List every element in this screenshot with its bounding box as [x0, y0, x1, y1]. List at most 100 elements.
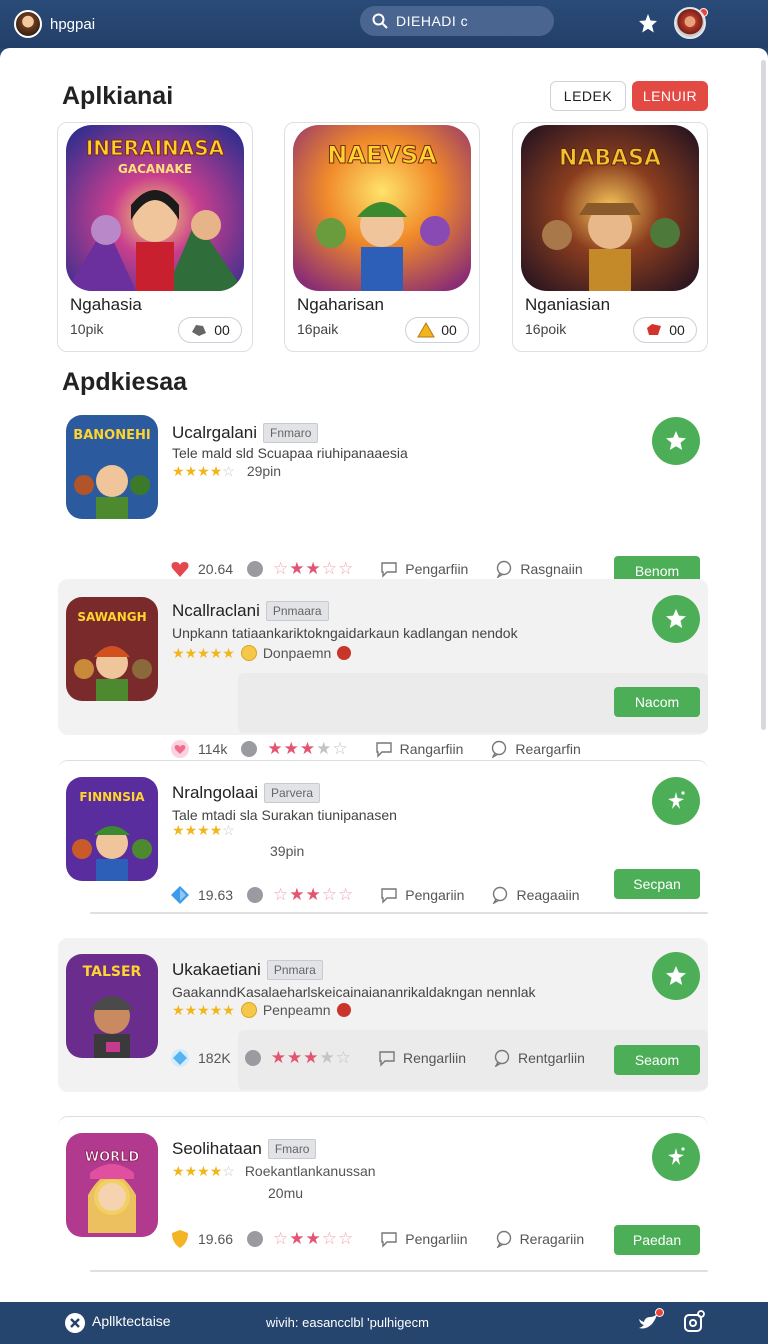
- list-item[interactable]: SAWANGH Ncallraclani Pnmaara Unpkann tati…: [58, 579, 708, 758]
- footer-text: wivih: easancclbl 'pulhigecm: [266, 1315, 429, 1330]
- favorite-button[interactable]: [652, 417, 700, 465]
- notification-dot: [655, 1308, 664, 1317]
- link-one[interactable]: Rangarfiin: [374, 740, 463, 758]
- star-icon: [666, 431, 686, 450]
- link-two[interactable]: Reargarfin: [489, 740, 581, 758]
- svg-text:NABASA: NABASA: [559, 146, 661, 171]
- search-icon: [372, 13, 388, 29]
- game-count: 16paik: [297, 321, 339, 337]
- link-one[interactable]: Pengarliin: [379, 1230, 468, 1248]
- comment-icon: [375, 742, 392, 758]
- app-stat: 182K: [198, 1050, 231, 1066]
- link-one[interactable]: Pengariin: [379, 886, 464, 904]
- comment-icon: [381, 888, 397, 904]
- star-icon: [666, 609, 686, 628]
- status-dot: [247, 887, 264, 903]
- bird-button[interactable]: [636, 1308, 664, 1336]
- rating-stars: ★ ★ ★ ★ ☆: [172, 463, 235, 479]
- app-thumbnail: FINNNSIA: [66, 777, 158, 881]
- rating-stars: ★ ★ ★ ★ ☆: [172, 822, 235, 838]
- brand-name: hpgpai: [50, 15, 96, 33]
- sparkle-icon: [668, 791, 685, 809]
- action-button[interactable]: Nacom: [614, 687, 700, 717]
- diamond-badge-icon: [171, 886, 189, 904]
- app-sub: 20mu: [268, 1185, 304, 1201]
- puzzle-button[interactable]: [634, 10, 662, 38]
- game-count: 16poik: [525, 321, 567, 337]
- rating-stars: ★ ★ ★ ★ ★: [172, 645, 235, 661]
- link-two[interactable]: Rentgarliin: [492, 1049, 585, 1067]
- rock-icon: [192, 325, 207, 336]
- app-tag: Parvera: [264, 783, 321, 803]
- list-item[interactable]: FINNNSIA Nralngolaai Parvera Tale mtadi s…: [58, 760, 708, 914]
- app-stat: 19.66: [198, 1231, 234, 1247]
- chat-icon: [492, 740, 507, 758]
- app-tag: Pnmaara: [265, 601, 329, 621]
- game-count: 10pik: [70, 321, 104, 337]
- featured-card[interactable]: NAEVSA Ngaharisan 16paik 00: [284, 122, 480, 352]
- comment-icon: [381, 1232, 397, 1248]
- close-circle-icon[interactable]: [64, 1312, 86, 1334]
- row-divider: [90, 1270, 708, 1272]
- game-pill-button[interactable]: 00: [405, 317, 469, 343]
- favorite-button[interactable]: [652, 1133, 700, 1181]
- app-description: GaakanndKasalaeharlskeicainaiananrikalda…: [172, 984, 536, 1000]
- app-tag: Fmaro: [267, 1139, 317, 1159]
- rating-stars: ★ ★ ★ ★ ★: [172, 1002, 235, 1018]
- brand[interactable]: hpgpai: [14, 10, 95, 38]
- link-two[interactable]: Reragariin: [494, 1230, 584, 1248]
- game-pill-button[interactable]: 00: [178, 317, 242, 343]
- featured-card[interactable]: INERAINASA GACANAKE Ngahasia 10pik 00: [57, 122, 253, 352]
- comment-icon: [381, 562, 397, 578]
- pink-rating: ★ ★ ★ ★ ☆: [267, 739, 348, 758]
- link-two[interactable]: Reagaaiin: [490, 886, 580, 904]
- app-thumbnail: BANONEHI: [66, 415, 158, 519]
- tab-ledek[interactable]: LEDEK: [550, 81, 626, 111]
- app-sub: 29pin: [246, 463, 282, 479]
- pill-value: 00: [669, 322, 685, 338]
- main-panel: Aplkianai LEDEK LENUIR INERAINASA GACANA…: [0, 48, 768, 1302]
- emoji-icon: [240, 645, 257, 661]
- svg-text:SAWANGH: SAWANGH: [77, 610, 146, 624]
- status-dot: [247, 1231, 264, 1247]
- app-description: Roekantlankanussan: [244, 1163, 376, 1179]
- star-icon: [666, 966, 686, 985]
- action-button[interactable]: Seaom: [614, 1045, 700, 1075]
- action-button[interactable]: Paedan: [614, 1225, 700, 1255]
- search-input[interactable]: DIEHADI c: [360, 6, 554, 36]
- link-two[interactable]: Rasgnaiin: [494, 560, 583, 578]
- footer-label[interactable]: Apllktectaise: [92, 1313, 171, 1329]
- featured-card[interactable]: NABASA Nganiasian 16poik 00: [512, 122, 708, 352]
- favorite-button[interactable]: [652, 952, 700, 1000]
- settings-button[interactable]: [682, 1310, 708, 1336]
- pink-rating: ☆ ★ ★ ☆ ☆: [273, 885, 354, 904]
- game-artwork: NABASA: [521, 125, 699, 291]
- list-item[interactable]: TALSER Ukakaetiani Pnmara GaakanndKasalae…: [58, 938, 708, 1092]
- app-sub: Penpeamn: [262, 1002, 331, 1018]
- scrollbar[interactable]: [761, 60, 766, 730]
- bottom-bar: Apllktectaise wivih: easancclbl 'pulhige…: [0, 1302, 768, 1344]
- list-title: Apdkiesaa: [62, 368, 188, 396]
- app-tag: Fnmaro: [263, 423, 319, 443]
- app-stat: 19.63: [198, 887, 234, 903]
- warning-icon: [417, 322, 436, 338]
- action-button[interactable]: Secpan: [614, 869, 700, 899]
- game-pill-button[interactable]: 00: [633, 317, 697, 343]
- link-one[interactable]: Rengarliin: [377, 1049, 466, 1067]
- tab-lenuir[interactable]: LENUIR: [632, 81, 708, 111]
- pill-value: 00: [441, 322, 457, 338]
- favorite-button[interactable]: [652, 777, 700, 825]
- emoji-icon: [240, 1002, 257, 1018]
- red-gem-icon: [647, 324, 662, 335]
- game-name: Ngaharisan: [297, 295, 384, 314]
- list-item[interactable]: WORLD Seolihataan Fmaro ★ ★ ★ ★ ☆ Roekantlank…: [58, 1116, 708, 1272]
- app-name: Ucalrgalani: [172, 423, 258, 442]
- list-item[interactable]: BANONEHI Ucalrgalani Fnmaro Tele mald sld…: [58, 403, 708, 599]
- profile-avatar[interactable]: [674, 7, 706, 39]
- status-dot: [241, 741, 258, 757]
- game-artwork: NAEVSA: [293, 125, 471, 291]
- link-one[interactable]: Pengarfiin: [379, 560, 468, 578]
- settings-icon: [684, 1310, 705, 1332]
- favorite-button[interactable]: [652, 595, 700, 643]
- svg-text:TALSER: TALSER: [83, 964, 142, 980]
